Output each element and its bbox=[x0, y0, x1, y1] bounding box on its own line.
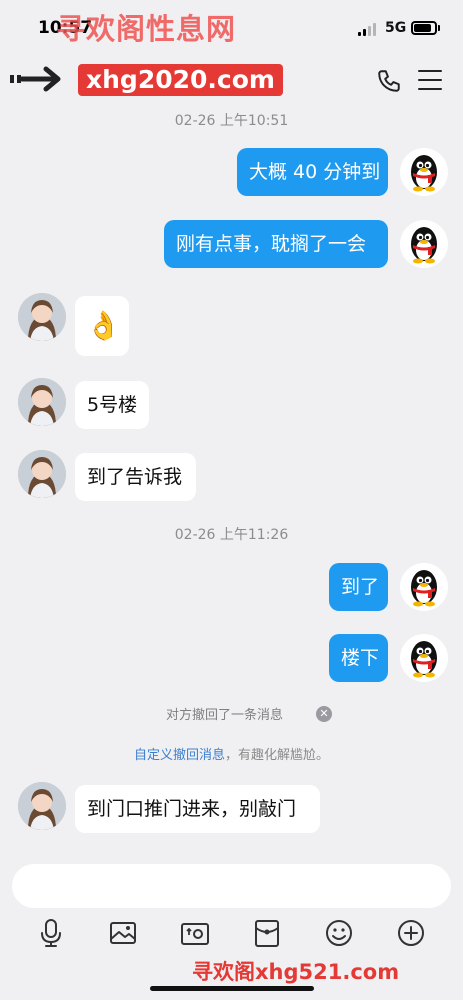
red-packet-icon[interactable] bbox=[252, 918, 282, 948]
penguin-icon bbox=[411, 641, 437, 678]
home-indicator[interactable] bbox=[150, 986, 314, 991]
my-avatar[interactable] bbox=[400, 220, 448, 268]
emoji-icon[interactable] bbox=[324, 918, 354, 948]
my-avatar[interactable] bbox=[400, 634, 448, 682]
microphone-icon[interactable] bbox=[36, 918, 66, 948]
battery-icon bbox=[411, 21, 437, 35]
penguin-icon bbox=[411, 155, 437, 192]
contact-avatar[interactable] bbox=[18, 293, 66, 341]
contact-avatar[interactable] bbox=[18, 378, 66, 426]
chat-title: xhg2020.com bbox=[78, 64, 283, 96]
back-arrow-icon[interactable] bbox=[8, 64, 64, 94]
contact-photo-icon bbox=[18, 293, 66, 341]
custom-recall-tip-text: ，有趣化解尴尬。 bbox=[225, 748, 330, 763]
camera-icon[interactable] bbox=[180, 918, 210, 948]
message-bubble-outgoing[interactable]: 刚有点事，耽搁了一会 bbox=[164, 220, 388, 268]
message-bubble-incoming[interactable]: 👌 bbox=[75, 296, 129, 356]
chat-header: xhg2020.com bbox=[0, 56, 463, 106]
message-bubble-outgoing[interactable]: 楼下 bbox=[329, 634, 388, 682]
message-bubble-incoming[interactable]: 5号楼 bbox=[75, 381, 149, 429]
penguin-icon bbox=[411, 227, 437, 264]
network-label: 5G bbox=[385, 20, 407, 36]
phone-icon[interactable] bbox=[376, 68, 402, 94]
watermark-bottom: 寻欢阁xhg521.com bbox=[192, 960, 400, 984]
signal-icon bbox=[358, 22, 380, 36]
contact-avatar[interactable] bbox=[18, 782, 66, 830]
contact-photo-icon bbox=[18, 450, 66, 498]
message-bubble-incoming[interactable]: 到了告诉我 bbox=[75, 453, 196, 501]
custom-recall-link[interactable]: 自定义撤回消息 bbox=[134, 748, 225, 763]
message-input[interactable] bbox=[12, 864, 451, 908]
plus-icon[interactable] bbox=[396, 918, 426, 948]
my-avatar[interactable] bbox=[400, 148, 448, 196]
my-avatar[interactable] bbox=[400, 563, 448, 611]
timestamp: 02-26 上午11:26 bbox=[174, 527, 289, 543]
message-bubble-outgoing[interactable]: 大概 40 分钟到 bbox=[237, 148, 388, 196]
custom-recall-tip: 自定义撤回消息，有趣化解尴尬。 bbox=[0, 744, 463, 763]
close-icon[interactable]: ✕ bbox=[316, 706, 332, 722]
menu-icon[interactable] bbox=[418, 70, 442, 92]
penguin-icon bbox=[411, 570, 437, 607]
watermark-top: 寻欢阁性息网 bbox=[56, 12, 237, 46]
message-bubble-outgoing[interactable]: 到了 bbox=[329, 563, 388, 611]
message-bubble-incoming[interactable]: 到门口推门进来，别敲门 bbox=[75, 785, 320, 833]
timestamp: 02-26 上午10:51 bbox=[174, 113, 289, 129]
recall-notice: 对方撤回了一条消息 bbox=[166, 708, 284, 723]
contact-avatar[interactable] bbox=[18, 450, 66, 498]
contact-photo-icon bbox=[18, 782, 66, 830]
contact-photo-icon bbox=[18, 378, 66, 426]
image-icon[interactable] bbox=[108, 918, 138, 948]
